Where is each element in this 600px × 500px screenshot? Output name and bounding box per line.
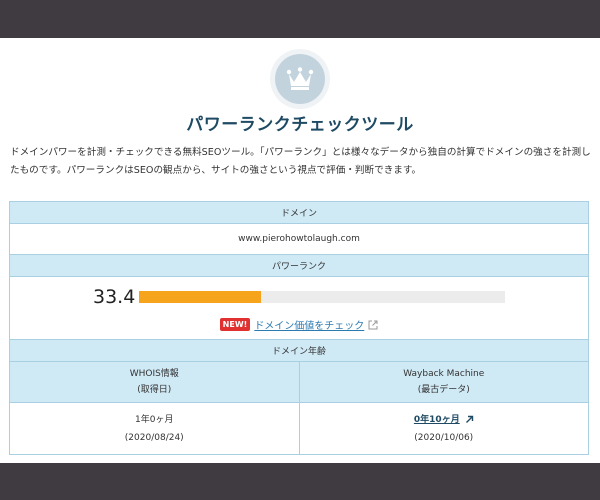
domain-value: www.pierohowtolaugh.com <box>9 223 589 255</box>
power-rank-cell: 33.4 NEW! ドメイン価値をチェック <box>9 276 589 340</box>
external-link-icon[interactable] <box>368 320 378 330</box>
power-rank-bar <box>139 291 505 303</box>
whois-age: 1年0ヶ月 <box>135 414 174 425</box>
power-rank-bar-fill <box>139 291 262 303</box>
page-description: ドメインパワーを計測・チェックできる無料SEOツール。「パワーランク」とは様々な… <box>10 147 591 176</box>
wayback-date: (2020/10/06) <box>414 432 474 443</box>
power-rank-table: ドメイン www.pierohowtolaugh.com パワーランク 33.4… <box>9 201 589 455</box>
whois-header: WHOIS情報 (取得日) <box>9 361 300 403</box>
new-badge: NEW! <box>219 318 251 331</box>
whois-value-cell: 1年0ヶ月 (2020/08/24) <box>9 402 300 455</box>
domain-header: ドメイン <box>9 201 589 224</box>
wayback-age-link[interactable]: 0年10ヶ月 <box>414 415 460 425</box>
wayback-sublabel: (最古データ) <box>417 385 470 395</box>
wayback-label: Wayback Machine <box>403 369 485 379</box>
crown-icon <box>286 67 314 90</box>
crown-badge <box>270 49 330 109</box>
domain-value-check-label: ドメイン価値をチェック <box>254 321 365 332</box>
arrow-up-right-icon[interactable] <box>465 415 474 424</box>
whois-label: WHOIS情報 <box>129 369 179 379</box>
wayback-value-cell: 0年10ヶ月 (2020/10/06) <box>298 402 589 455</box>
whois-sublabel: (取得日) <box>137 385 172 395</box>
domain-age-header: ドメイン年齢 <box>9 339 589 362</box>
tool-card: パワーランクチェックツール ドメインパワーを計測・チェックできる無料SEOツール… <box>0 38 600 463</box>
power-rank-score: 33.4 <box>93 286 136 308</box>
whois-date: (2020/08/24) <box>124 432 184 443</box>
page-title: パワーランクチェックツール <box>186 115 414 135</box>
wayback-header: Wayback Machine (最古データ) <box>298 361 589 403</box>
power-rank-header: パワーランク <box>9 254 589 277</box>
domain-value-check-link[interactable]: ドメイン価値をチェック <box>254 317 364 332</box>
